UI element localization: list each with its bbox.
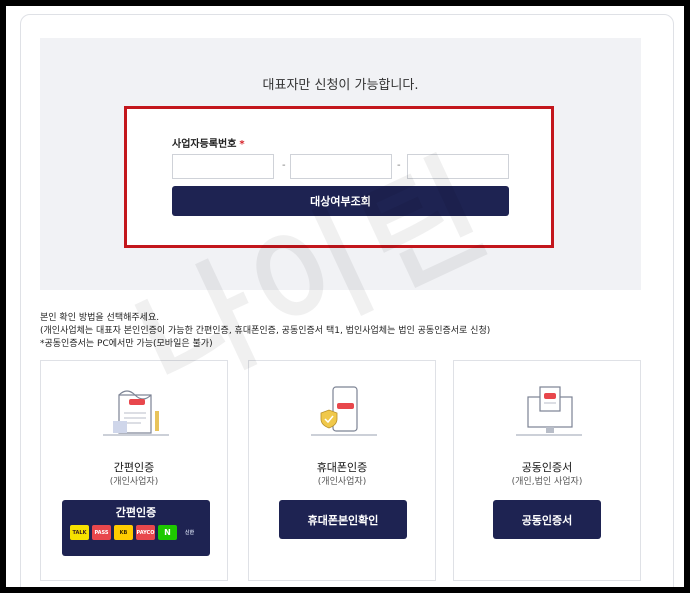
method-title-phone: 휴대폰인증 [316, 461, 368, 474]
method-card-phone: 휴대폰인증 (개인사업자) 휴대폰본인확인 [248, 360, 436, 581]
method-title-certificate: 공동인증서 [521, 461, 573, 474]
provider-badges: TALK PASS KB PAYCO N 신한 [70, 525, 199, 540]
page: 대표자만 신청이 가능합니다. 사업자등록번호 * - - 대상여부조회 본인 확… [6, 6, 684, 587]
simple-auth-button[interactable]: 간편인증 TALK PASS KB PAYCO N 신한 [62, 500, 210, 556]
payco-badge: PAYCO [136, 525, 155, 540]
document-icon [103, 390, 169, 436]
business-number-label: 사업자등록번호 * [172, 135, 245, 150]
kb-badge: KB [114, 525, 133, 540]
required-mark: * [239, 139, 245, 150]
method-title-simple: 간편인증 [113, 461, 155, 474]
business-number-field-1[interactable] [172, 154, 274, 179]
phone-icon [311, 386, 377, 436]
method-card-certificate: 공동인증서 (개인,법인 사업자) 공동인증서 [453, 360, 641, 581]
certificate-icon [516, 386, 582, 436]
simple-auth-button-label: 간편인증 [115, 506, 157, 519]
method-subtitle-simple: (개인사업자) [109, 477, 159, 487]
method-subtitle-phone: (개인사업자) [317, 477, 367, 487]
kakao-badge: TALK [70, 525, 89, 540]
method-subtitle-certificate: (개인,법인 사업자) [511, 477, 583, 487]
business-number-label-text: 사업자등록번호 [172, 139, 237, 150]
pass-badge: PASS [92, 525, 111, 540]
notice-text: 대표자만 신청이 가능합니다. [262, 78, 419, 93]
shinhan-badge: 신한 [180, 525, 199, 540]
separator-1: - [282, 160, 286, 171]
phone-auth-button[interactable]: 휴대폰본인확인 [279, 500, 407, 539]
naver-badge: N [158, 525, 177, 540]
certificate-button[interactable]: 공동인증서 [493, 500, 601, 539]
